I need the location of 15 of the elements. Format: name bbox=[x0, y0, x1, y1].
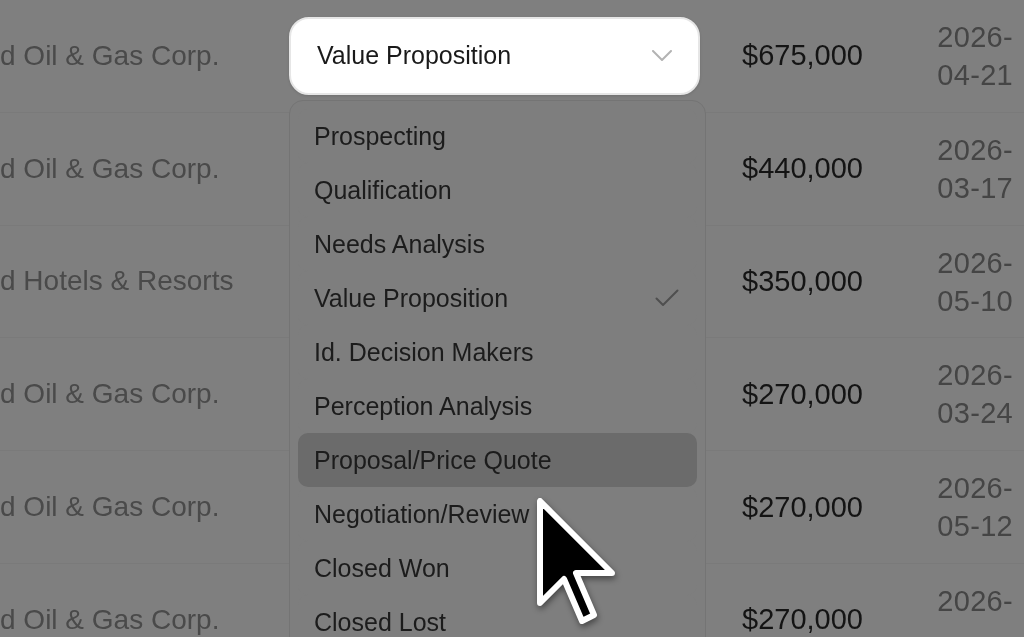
table-cell-text: 2026-03-24 bbox=[936, 358, 1013, 432]
table-cell: $270,000 bbox=[742, 377, 863, 411]
table-cell: $675,000 bbox=[742, 39, 863, 73]
stage-select[interactable]: Value Proposition bbox=[289, 16, 700, 95]
table-cell-text: 2026- bbox=[936, 584, 1013, 619]
table-cell: $440,000 bbox=[742, 152, 863, 186]
table-cell-text: 2026-04-21 bbox=[936, 20, 1013, 93]
table-cell-text: 2026-03-17 bbox=[936, 132, 1013, 206]
chevron-down-icon bbox=[652, 50, 672, 62]
table-cell-text: 2026-05-12 bbox=[936, 471, 1013, 545]
table-cell-text: 2026-05-10 bbox=[936, 245, 1013, 319]
table-cell: $270,000 bbox=[742, 603, 863, 637]
menu-item[interactable]: Proposal/Price Quote bbox=[298, 433, 697, 487]
table-cell: $270,000 bbox=[742, 490, 863, 524]
table-cell: $350,000 bbox=[742, 265, 863, 298]
